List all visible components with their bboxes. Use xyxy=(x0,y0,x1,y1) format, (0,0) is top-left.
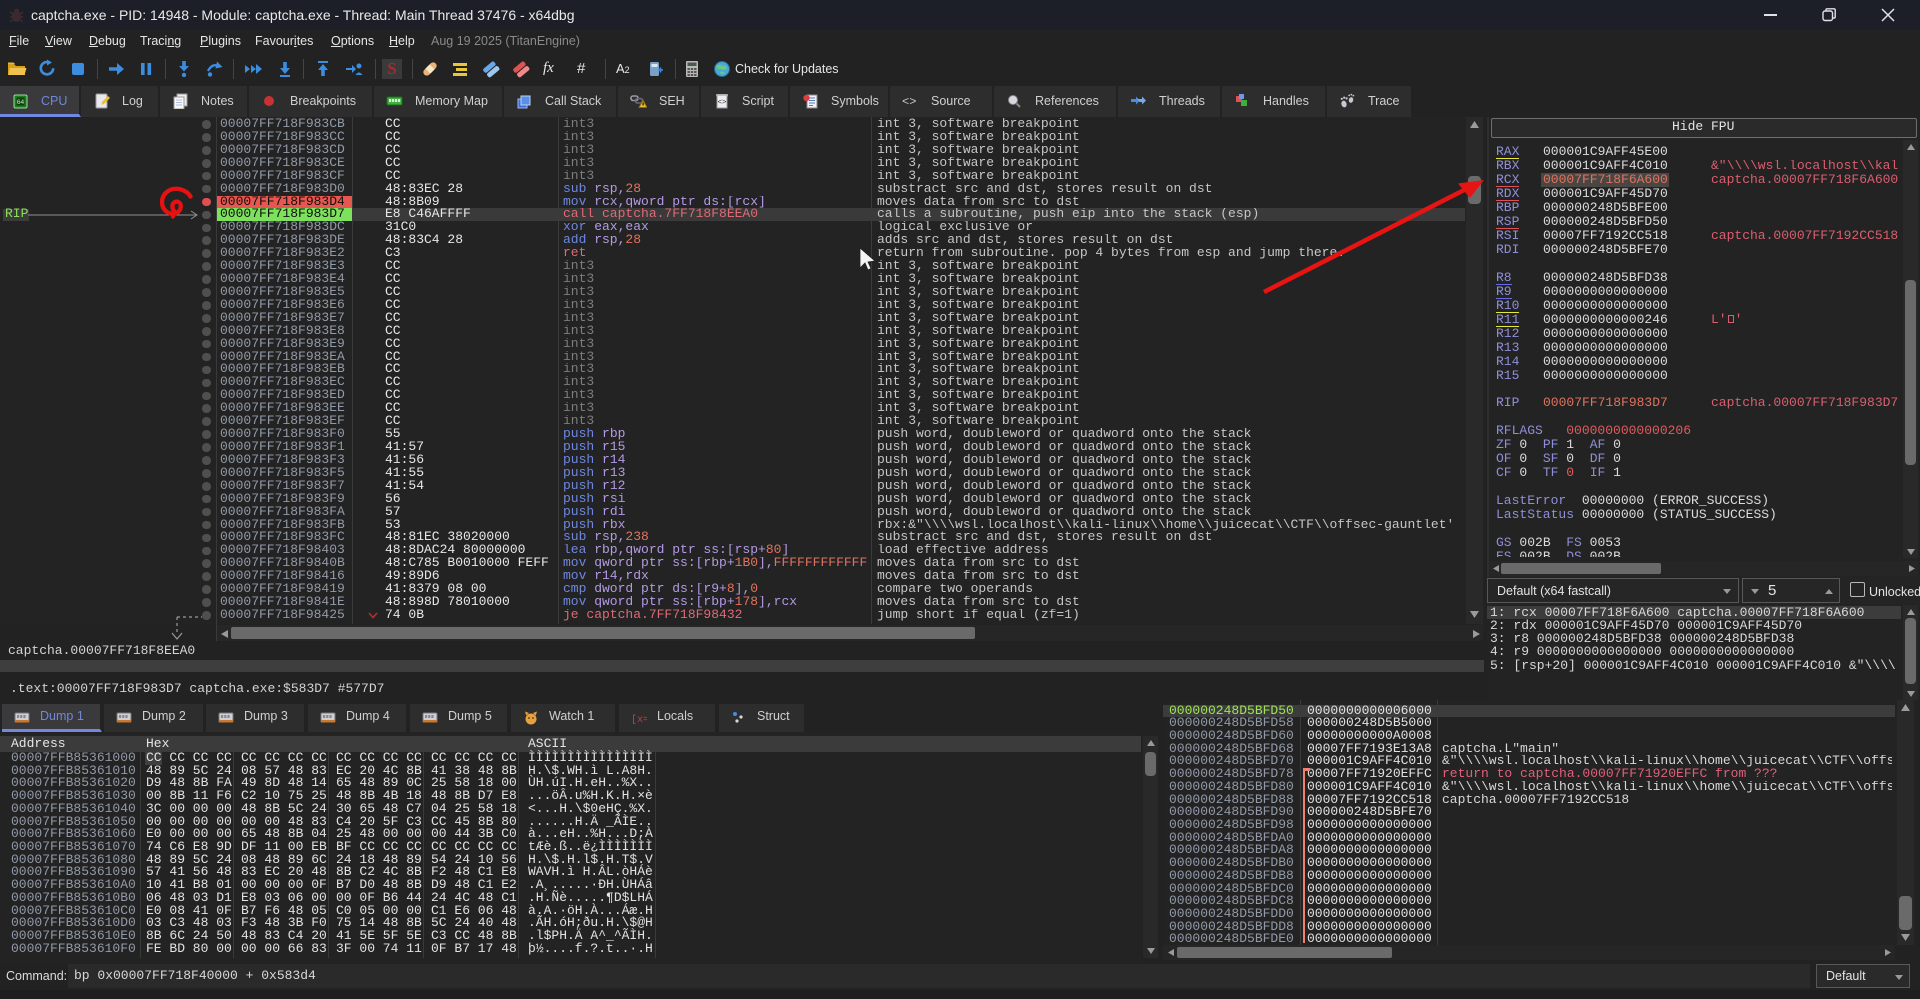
svg-text:[x=]: [x=] xyxy=(631,714,647,726)
svg-text:<>: <> xyxy=(717,99,727,107)
svg-text:64: 64 xyxy=(17,99,25,106)
svg-text:<>: <> xyxy=(902,95,916,109)
